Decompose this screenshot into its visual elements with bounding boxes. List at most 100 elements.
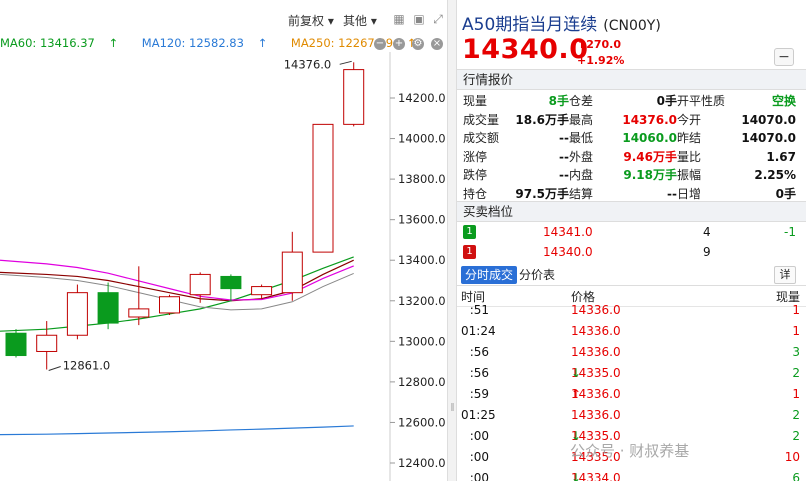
orderbook-volume: 9 (703, 245, 711, 259)
orderbook-change: -1 (784, 225, 796, 239)
stat-label: 内盘 (569, 168, 594, 183)
ma-close-icon[interactable]: × (431, 38, 443, 50)
orderbook-price: 14341.0 (543, 225, 593, 239)
kline-chart[interactable]: 14200.0 14000.0 13800.0 13600.0 13400.0 13200… (0, 52, 447, 481)
splitter-grip-icon[interactable]: ‖ (449, 402, 456, 411)
candle-body (189, 273, 211, 296)
detail-button[interactable]: 详 (774, 266, 796, 284)
candle-body (312, 123, 334, 253)
other-label: 其他 (343, 14, 368, 28)
y-tick-label: 14200.0 (398, 91, 446, 105)
ma60-label: MA60: 13416.37 ↑ (0, 36, 119, 50)
expand-icon[interactable]: ⤢ (432, 13, 444, 25)
stat-label: 外盘 (569, 149, 594, 164)
y-tick-label: 12400.0 (398, 456, 446, 470)
stat-value: 0手 (656, 94, 677, 109)
bid-level-tag: 1 (463, 245, 476, 259)
stat-label: 开平性质 (677, 94, 726, 109)
stat-value: -- (559, 149, 569, 164)
tick-time: 01:24 (461, 324, 496, 338)
instrument-title: A50期指当月连续 (CN00Y) (462, 10, 661, 35)
stat-value: 1.67 (766, 149, 796, 164)
pane-splitter[interactable]: ‖ (447, 0, 457, 481)
tab-price-table[interactable]: 分价表 (519, 266, 555, 284)
candle-body (66, 292, 88, 336)
stat-value: 14060.0 (622, 131, 677, 146)
ma120-label: MA120: 12582.83 ↑ (141, 36, 268, 50)
candle-body (220, 275, 242, 290)
tick-volume: 1 (792, 303, 800, 317)
stat-value: 空换 (771, 94, 796, 109)
y-tick-label: 12800.0 (398, 375, 446, 389)
section-orderbook-header: 买卖档位 (457, 201, 806, 222)
tick-row: :56 14335.0 ↓ 2 (457, 363, 806, 383)
candle-body (159, 296, 180, 314)
stat-value: 9.18万手 (623, 168, 677, 183)
stat-value: 14070.0 (741, 131, 796, 146)
stat-label: 成交量 (463, 112, 500, 127)
tick-volume: 2 (792, 408, 800, 422)
y-tick-label: 13400.0 (398, 253, 446, 267)
stat-label: 量比 (677, 149, 702, 164)
tick-volume: 2 (792, 366, 800, 380)
other-dropdown[interactable]: 其他 ▾ (343, 12, 377, 29)
y-tick-label: 12600.0 (398, 415, 446, 429)
tick-row: 01:24 14336.0 1 (457, 321, 806, 341)
tick-time: :00 (469, 471, 489, 481)
ma120-line (0, 425, 354, 436)
stat-label: 仓差 (569, 94, 594, 109)
tick-tabs: 分时成交 分价表 详 (457, 264, 806, 286)
stat-value: 2.25% (754, 168, 796, 183)
y-tick-label: 13800.0 (398, 172, 446, 186)
tick-time: :00 (469, 450, 489, 464)
y-tick-label: 14000.0 (398, 132, 446, 146)
instrument-code: (CN00Y) (603, 18, 661, 34)
tick-row: :00 14334.0 ↓ 6 (457, 468, 806, 481)
last-price: 14340.0 (462, 34, 589, 65)
up-arrow-icon: ↑ (577, 38, 587, 51)
layout-icon[interactable]: ▣ (413, 13, 425, 25)
tick-time: :56 (469, 366, 489, 380)
stat-label: 最高 (569, 112, 594, 127)
ma-plus-icon[interactable]: + (393, 38, 405, 50)
tick-volume: 6 (792, 471, 800, 481)
collapse-button[interactable]: − (774, 48, 794, 66)
adjust-dropdown[interactable]: 前复权 ▾ (288, 12, 334, 29)
ma-settings-icon[interactable]: ⚙ (412, 38, 424, 50)
tick-row: :51 14336.0 1 (457, 300, 806, 320)
watermark: 公众号 · 财叔养基 (570, 442, 690, 460)
tab-ticks[interactable]: 分时成交 (461, 266, 518, 284)
y-tick-label: 13600.0 (398, 213, 446, 227)
tick-volume: 1 (792, 324, 800, 338)
section-quote-header: 行情报价 (457, 69, 806, 90)
tick-time: 01:25 (461, 408, 496, 422)
stat-value: 14376.0 (622, 112, 677, 127)
high-label: 14376.0 (284, 57, 332, 71)
change-value: 270.0 (586, 38, 622, 51)
ma-minus-icon[interactable]: − (374, 38, 386, 50)
orderbook-row[interactable]: 1 14341.0 4 -1 (463, 222, 796, 242)
grid-icon[interactable]: ▦ (393, 13, 405, 25)
tick-volume: 10 (784, 450, 800, 464)
low-label: 12861.0 (63, 359, 111, 373)
candle-body (281, 251, 303, 294)
tick-volume: 1 (792, 387, 800, 401)
low-pointer (48, 366, 61, 371)
tick-volume: 3 (792, 345, 800, 359)
orderbook-price: 14340.0 (543, 245, 593, 259)
quote-stats-table: 现量 8手 仓差 0手 开平性质 空换 成交量 18.6万手 最高 14376.0 今开 14070.… (463, 92, 796, 203)
high-pointer (339, 60, 352, 65)
instrument-name: A50期指当月连续 (462, 15, 598, 35)
stat-row: 成交额 -- 最低 14060.0 昨结 14070.0 (463, 129, 796, 148)
stat-value: -- (559, 131, 569, 146)
stat-label: 成交额 (463, 131, 500, 146)
stat-label: 跌停 (463, 168, 488, 183)
stat-row: 跌停 -- 内盘 9.18万手 振幅 2.25% (463, 166, 796, 185)
price-change: ↑270.0 +1.92% (577, 37, 624, 69)
ask-level-tag: 1 (463, 225, 476, 239)
orderbook-row[interactable]: 1 14340.0 9 (463, 242, 796, 262)
stat-row: 涨停 -- 外盘 9.46万手 量比 1.67 (463, 148, 796, 167)
candle-body (251, 286, 273, 296)
tick-direction-icon: ↑ (571, 387, 582, 401)
candle-body (36, 334, 58, 352)
